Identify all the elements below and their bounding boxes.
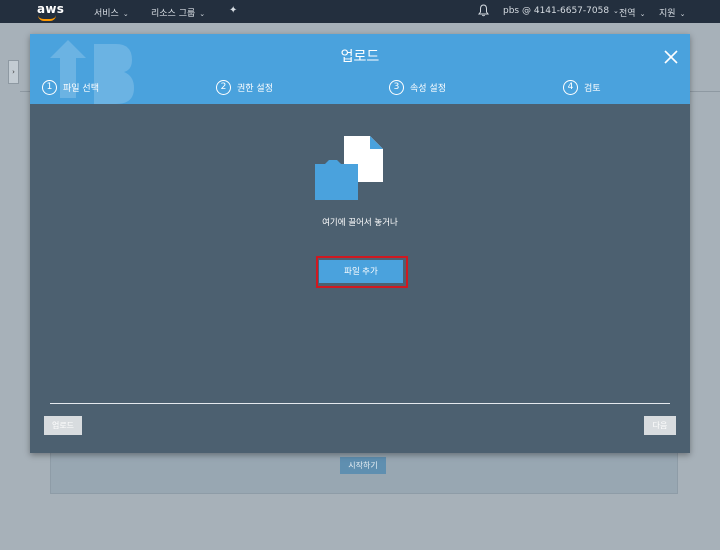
step-label: 검토 [584,84,601,94]
services-label: 서비스 [94,9,119,19]
file-folder-icon [315,136,383,200]
step-label: 파일 선택 [63,84,99,94]
step-label: 권한 설정 [237,84,273,94]
resource-groups-menu[interactable]: 리소스 그룹 ⌄ [151,6,205,19]
next-button[interactable]: 다음 [644,416,676,435]
upload-button[interactable]: 업로드 [44,416,82,435]
support-label: 지원 [659,9,676,19]
step-number: 4 [563,80,578,95]
region-menu[interactable]: 전역 ⌄ [619,6,645,19]
step-number: 3 [389,80,404,95]
chevron-down-icon: ⌄ [199,10,206,18]
bell-icon[interactable] [478,4,489,17]
support-menu[interactable]: 지원 ⌄ [659,6,685,19]
chevron-down-icon: ⌄ [122,10,129,18]
step-number: 1 [42,80,57,95]
aws-logo[interactable]: aws [37,2,64,16]
step-set-properties[interactable]: 3 속성 설정 [389,80,446,95]
sidebar-toggle-icon[interactable]: › [8,60,19,84]
account-label: pbs @ 4141-6657-7058 [503,6,610,16]
aws-smile-icon [38,15,56,21]
services-menu[interactable]: 서비스 ⌄ [94,6,129,19]
account-menu[interactable]: pbs @ 4141-6657-7058 ⌄ [503,6,619,16]
close-icon[interactable] [664,50,678,64]
resource-groups-label: 리소스 그룹 [151,9,196,19]
chevron-down-icon: ⌄ [639,10,646,18]
start-button[interactable]: 시작하기 [340,457,386,474]
highlight-box [316,256,408,288]
upload-modal: 업로드 1 파일 선택 2 권한 설정 3 속성 설정 4 검토 여기에 끌어서 놓거나… [30,34,690,453]
step-set-permissions[interactable]: 2 권한 설정 [216,80,273,95]
drop-zone-text: 여기에 끌어서 놓거나 [322,218,398,228]
pin-icon[interactable]: ✦ [229,5,237,16]
region-label: 전역 [619,9,636,19]
modal-divider [50,403,670,404]
step-review[interactable]: 4 검토 [563,80,601,95]
step-number: 2 [216,80,231,95]
top-nav: aws 서비스 ⌄ 리소스 그룹 ⌄ ✦ pbs @ 4141-6657-7058 ⌄… [0,0,720,23]
step-select-files[interactable]: 1 파일 선택 [42,80,99,95]
chevron-down-icon: ⌄ [679,10,686,18]
modal-title: 업로드 [340,49,380,65]
step-label: 속성 설정 [410,84,446,94]
modal-header: 업로드 1 파일 선택 2 권한 설정 3 속성 설정 4 검토 [30,34,690,104]
